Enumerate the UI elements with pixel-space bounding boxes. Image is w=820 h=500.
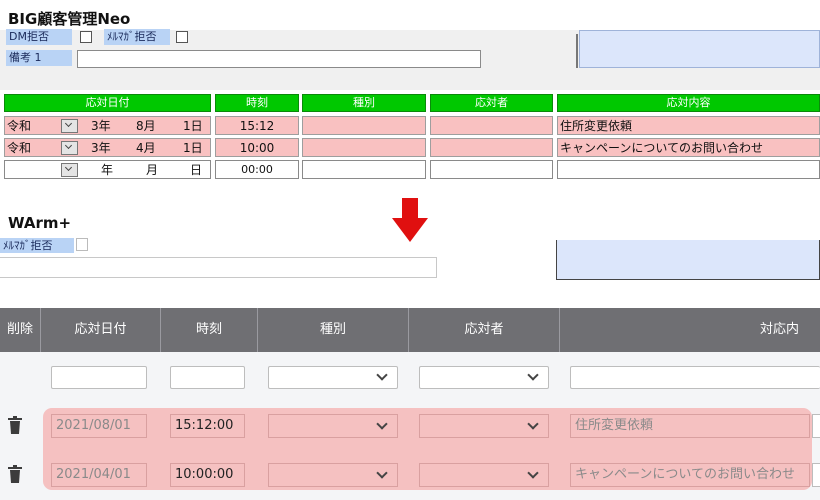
top-row3-date[interactable]: 年 月 日 xyxy=(4,160,211,179)
top-row3-staff[interactable] xyxy=(430,160,553,179)
top-header-content: 応対内容 xyxy=(557,94,820,112)
note-input[interactable] xyxy=(77,50,481,68)
trash-icon[interactable] xyxy=(7,416,23,434)
row2-type-select[interactable] xyxy=(268,463,398,487)
trash-icon[interactable] xyxy=(7,465,23,483)
month-unit: 月 xyxy=(146,163,159,177)
top-row1-time[interactable]: 15:12 xyxy=(215,116,299,135)
new-content-input[interactable] xyxy=(570,366,820,389)
row2-date[interactable]: 2021/04/01 xyxy=(51,463,147,487)
year-unit: 年 xyxy=(101,163,114,177)
row1-type-select[interactable] xyxy=(268,414,398,438)
top-row1-type[interactable] xyxy=(302,116,426,135)
bottom-header-type: 種別 xyxy=(319,322,346,337)
month-text: 8月 xyxy=(136,119,156,133)
dm-checkbox[interactable] xyxy=(80,31,92,43)
new-time-input[interactable] xyxy=(170,366,245,389)
bottom-mailmag-checkbox[interactable] xyxy=(76,238,88,251)
header-separator xyxy=(559,308,560,352)
era-select-button[interactable] xyxy=(61,163,78,177)
row1-date[interactable]: 2021/08/01 xyxy=(51,414,147,438)
top-app-title: BIG顧客管理Neo xyxy=(8,10,131,28)
row1-content[interactable]: 住所変更依頼 xyxy=(570,414,810,438)
new-type-select[interactable] xyxy=(268,366,398,389)
year-text: 3年 xyxy=(91,119,111,133)
row1-staff-select[interactable] xyxy=(419,414,549,438)
bottom-header-content: 対応内 xyxy=(760,322,800,337)
era-select-button[interactable] xyxy=(61,119,78,133)
era-select-button[interactable] xyxy=(61,141,78,155)
chevron-down-icon xyxy=(376,467,388,479)
top-row3-content[interactable] xyxy=(557,160,820,179)
bottom-app-title: WArm+ xyxy=(8,214,72,232)
row2-time[interactable]: 10:00:00 xyxy=(170,463,245,487)
top-header-date: 応対日付 xyxy=(4,94,211,112)
day-unit: 日 xyxy=(190,163,203,177)
top-row2-type[interactable] xyxy=(302,138,426,157)
top-row3-type[interactable] xyxy=(302,160,426,179)
top-row3-time[interactable]: 00:00 xyxy=(215,160,299,179)
bottom-memo-panel xyxy=(556,240,820,280)
era-text: 令和 xyxy=(7,119,32,133)
row1-time[interactable]: 15:12:00 xyxy=(170,414,245,438)
bottom-note-input[interactable] xyxy=(0,257,437,278)
top-header-type: 種別 xyxy=(302,94,426,112)
top-row1-date[interactable]: 令和 3年 8月 1日 xyxy=(4,116,211,135)
bottom-header-date: 応対日付 xyxy=(74,322,127,337)
chevron-down-icon xyxy=(527,418,539,430)
top-row2-time[interactable]: 10:00 xyxy=(215,138,299,157)
era-text: 令和 xyxy=(7,141,32,155)
bottom-header-time: 時刻 xyxy=(195,322,222,337)
month-text: 4月 xyxy=(136,141,156,155)
top-row1-content[interactable]: 住所変更依頼 xyxy=(557,116,820,135)
chevron-down-icon xyxy=(527,467,539,479)
dm-label: DM拒否 xyxy=(6,29,72,45)
bottom-header-staff: 応対者 xyxy=(464,322,504,337)
top-header-staff: 応対者 xyxy=(430,94,553,112)
row2-staff-select[interactable] xyxy=(419,463,549,487)
row2-content-overflow xyxy=(812,463,820,487)
day-text: 1日 xyxy=(183,141,203,155)
row1-content-overflow xyxy=(812,414,820,438)
bottom-mailmag-label: ﾒﾙﾏｶﾞ拒否 xyxy=(0,238,74,253)
top-header-time: 時刻 xyxy=(215,94,299,112)
note-label: 備考 1 xyxy=(6,50,72,66)
top-row2-date[interactable]: 令和 3年 4月 1日 xyxy=(4,138,211,157)
chevron-down-icon xyxy=(376,369,388,381)
bottom-header-delete: 削除 xyxy=(6,322,33,337)
top-memo-panel xyxy=(579,30,820,68)
chevron-down-icon xyxy=(527,369,539,381)
year-text: 3年 xyxy=(91,141,111,155)
arrow-down-icon xyxy=(392,198,428,242)
mailmag-checkbox[interactable] xyxy=(176,31,188,43)
mailmag-label: ﾒﾙﾏｶﾞ拒否 xyxy=(104,29,170,45)
top-row1-staff[interactable] xyxy=(430,116,553,135)
new-staff-select[interactable] xyxy=(419,366,549,389)
day-text: 1日 xyxy=(183,119,203,133)
chevron-down-icon xyxy=(376,418,388,430)
top-row2-content[interactable]: キャンペーンについてのお問い合わせ xyxy=(557,138,820,157)
top-row2-staff[interactable] xyxy=(430,138,553,157)
divider xyxy=(576,34,578,68)
row2-content[interactable]: キャンペーンについてのお問い合わせ xyxy=(570,463,810,487)
new-date-input[interactable] xyxy=(51,366,147,389)
